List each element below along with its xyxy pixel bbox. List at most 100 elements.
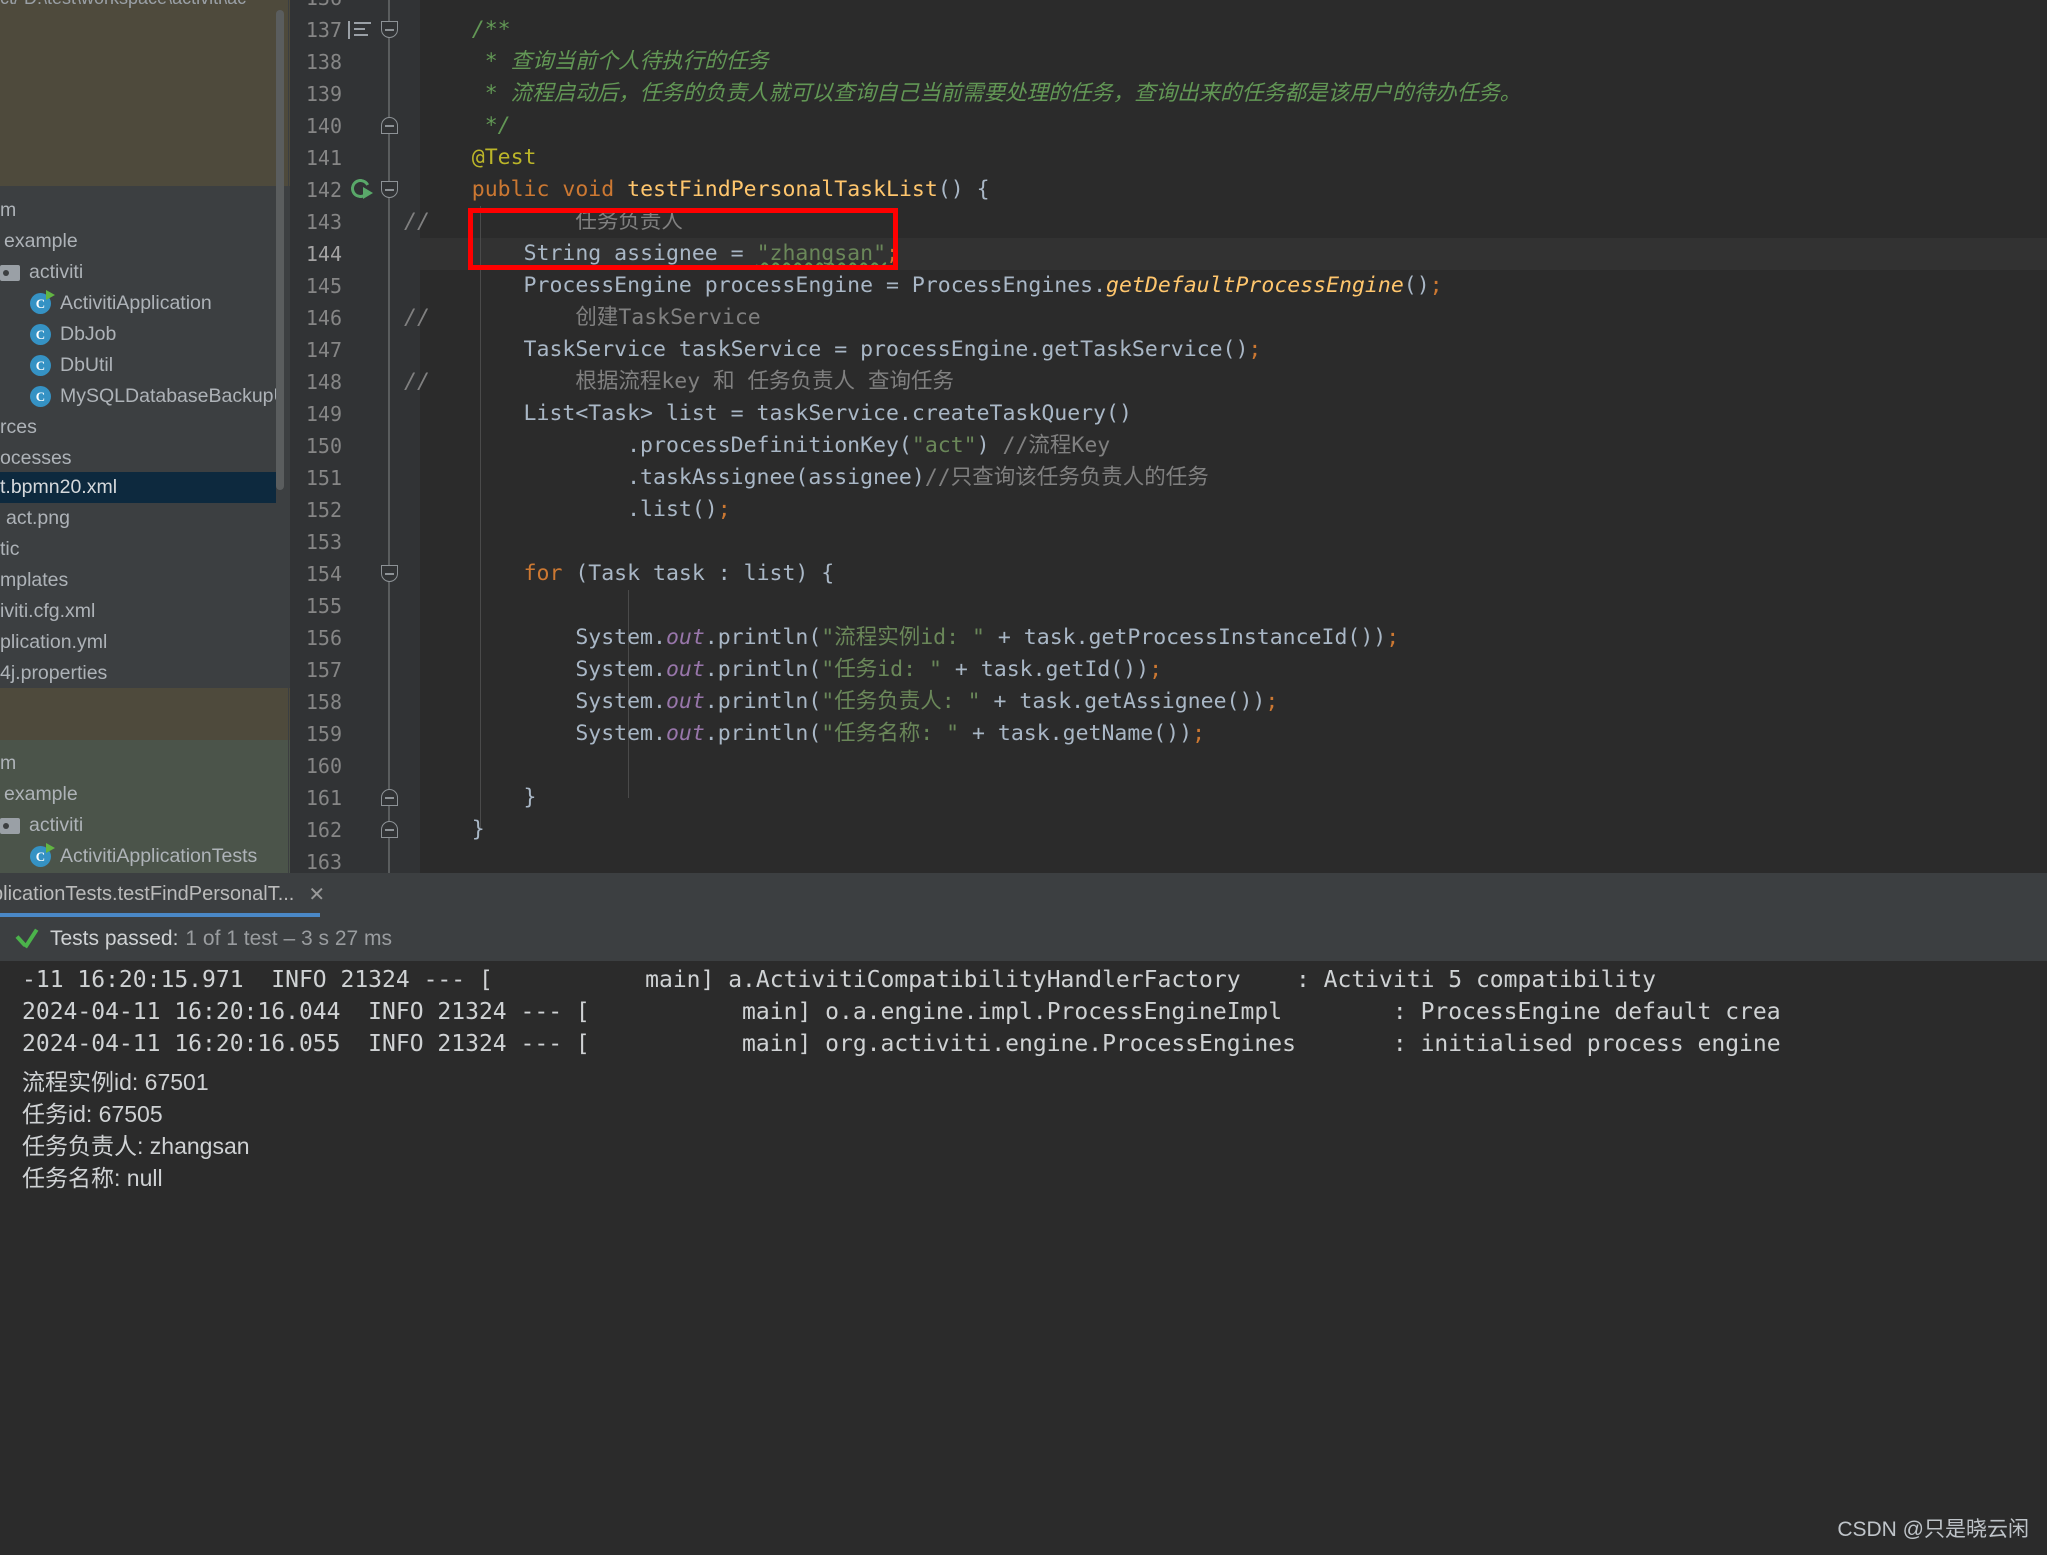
run-tab-bar[interactable]: plicationTests.testFindPersonalT... ✕	[0, 873, 2047, 917]
tree-item[interactable]: rces	[0, 412, 276, 443]
gutter-line-number[interactable]: 137	[290, 14, 342, 46]
run-tool-window[interactable]: plicationTests.testFindPersonalT... ✕ Te…	[0, 873, 2047, 1555]
code-line[interactable]: .taskAssignee(assignee)//只查询该任务负责人的任务	[420, 462, 2047, 494]
code-line[interactable]: .processDefinitionKey("act") //流程Key	[420, 430, 2047, 462]
code-line[interactable]: /**	[420, 14, 2047, 46]
code-line[interactable]	[420, 0, 2047, 14]
code-line[interactable]: System.out.println("任务负责人: " + task.getA…	[420, 686, 2047, 718]
tree-item[interactable]: activiti	[0, 257, 276, 288]
gutter-line-number[interactable]: 157	[290, 654, 342, 686]
code-line[interactable]	[420, 590, 2047, 622]
tree-item[interactable]: mplates	[0, 565, 276, 596]
tree-item[interactable]: m	[0, 195, 276, 226]
run-test-gutter-icon[interactable]	[348, 176, 373, 201]
tree-item[interactable]: 4j.properties	[0, 658, 276, 689]
gutter-line-number[interactable]: 158	[290, 686, 342, 718]
tree-item[interactable]: C MySQLDatabaseBackupUti	[0, 381, 276, 412]
fold-marker-method-end[interactable]	[381, 821, 398, 838]
fold-marker-open[interactable]	[381, 21, 398, 38]
code-token: .println(	[704, 625, 822, 650]
code-line[interactable]: System.out.println("流程实例id: " + task.get…	[420, 622, 2047, 654]
run-tab-active[interactable]: plicationTests.testFindPersonalT... ✕	[0, 873, 325, 915]
code-token: * 查询当前个人待执行的任务	[420, 49, 769, 74]
gutter-line-number[interactable]: 143	[290, 206, 342, 238]
code-token: () {	[937, 177, 990, 202]
code-line[interactable]: ProcessEngine processEngine = ProcessEng…	[420, 270, 2047, 302]
tree-item[interactable]: tic	[0, 534, 276, 565]
code-line[interactable]: 任务负责人	[420, 206, 2047, 238]
gutter-line-number[interactable]: 162	[290, 814, 342, 846]
code-text-area[interactable]: /** * 查询当前个人待执行的任务 * 流程启动后，任务的负责人就可以查询自己…	[404, 0, 2047, 873]
tree-item[interactable]: C DbJob	[0, 319, 276, 350]
tree-item[interactable]: C DbUtil	[0, 350, 276, 381]
tree-item[interactable]: iviti.cfg.xml	[0, 596, 276, 627]
code-line[interactable]: TaskService taskService = processEngine.…	[420, 334, 2047, 366]
code-line[interactable]: }	[420, 782, 2047, 814]
tree-item[interactable]: example	[0, 779, 276, 810]
tree-item[interactable]: act.png	[0, 503, 276, 534]
console-output[interactable]: -11 16:20:15.971 INFO 21324 --- [ main] …	[0, 961, 2047, 1555]
tree-item[interactable]: t.bpmn20.xml	[0, 472, 276, 503]
fold-marker-for[interactable]	[381, 565, 398, 582]
gutter-line-number[interactable]: 140	[290, 110, 342, 142]
gutter-line-number[interactable]: 154	[290, 558, 342, 590]
code-line[interactable]: */	[420, 110, 2047, 142]
gutter-line-number[interactable]: 155	[290, 590, 342, 622]
test-status-bar: Tests passed: 1 of 1 test – 3 s 27 ms	[0, 917, 2047, 961]
tree-item[interactable]: m	[0, 748, 276, 779]
tree-item[interactable]: C ActivitiApplicationTests	[0, 841, 276, 872]
tree-item[interactable]: C ActivitiApplication	[0, 288, 276, 319]
project-sidebar[interactable]: ect/ D:\test\workspace\activiti\ac m exam…	[0, 0, 290, 873]
code-line[interactable]	[420, 526, 2047, 558]
gutter-line-number[interactable]: 146	[290, 302, 342, 334]
gutter-line-number[interactable]: 139	[290, 78, 342, 110]
code-token: //只查询该任务负责人的任务	[924, 465, 1209, 490]
code-line[interactable]: .list();	[420, 494, 2047, 526]
code-line[interactable]: 根据流程key 和 任务负责人 查询任务	[420, 366, 2047, 398]
tree-item[interactable]: ocesses	[0, 443, 276, 474]
fold-marker-close[interactable]	[381, 117, 398, 134]
code-line[interactable]: }	[420, 814, 2047, 846]
gutter-line-number[interactable]: 163	[290, 846, 342, 873]
fold-marker-method[interactable]	[381, 181, 398, 198]
code-line[interactable]: String assignee = "zhangsan";	[420, 238, 2047, 270]
gutter-line-number[interactable]: 138	[290, 46, 342, 78]
code-line[interactable]: * 查询当前个人待执行的任务	[420, 46, 2047, 78]
tree-item[interactable]: example	[0, 226, 276, 257]
code-line[interactable]: @Test	[420, 142, 2047, 174]
gutter-line-number[interactable]: 161	[290, 782, 342, 814]
sidebar-scrollbar[interactable]	[276, 10, 284, 490]
code-line[interactable]: * 流程启动后，任务的负责人就可以查询自己当前需要处理的任务，查询出来的任务都是…	[420, 78, 2047, 110]
gutter-line-number[interactable]: 145	[290, 270, 342, 302]
gutter-line-number[interactable]: 147	[290, 334, 342, 366]
code-editor[interactable]: 1361371381391401411421431441451461471481…	[290, 0, 2047, 873]
fold-marker-for-end[interactable]	[381, 789, 398, 806]
code-line[interactable]: public void testFindPersonalTaskList() {	[420, 174, 2047, 206]
gutter-line-number[interactable]: 153	[290, 526, 342, 558]
tree-item[interactable]: plication.yml	[0, 627, 276, 658]
gutter-line-number[interactable]: 151	[290, 462, 342, 494]
gutter-line-number[interactable]: 142	[290, 174, 342, 206]
gutter-line-number[interactable]: 149	[290, 398, 342, 430]
editor-gutter[interactable]: 1361371381391401411421431441451461471481…	[290, 0, 420, 873]
code-line[interactable]: System.out.println("任务名称: " + task.getNa…	[420, 718, 2047, 750]
gutter-line-number[interactable]: 159	[290, 718, 342, 750]
code-line[interactable]: List<Task> list = taskService.createTask…	[420, 398, 2047, 430]
close-icon[interactable]: ✕	[308, 882, 325, 907]
gutter-line-number[interactable]: 144	[290, 238, 342, 270]
code-line[interactable]	[420, 846, 2047, 873]
gutter-line-number[interactable]: 160	[290, 750, 342, 782]
gutter-line-number[interactable]: 141	[290, 142, 342, 174]
gutter-line-number[interactable]: 136	[290, 0, 342, 14]
code-line[interactable]	[420, 750, 2047, 782]
code-line[interactable]: 创建TaskService	[420, 302, 2047, 334]
code-line[interactable]: for (Task task : list) {	[420, 558, 2047, 590]
gutter-line-number[interactable]: 148	[290, 366, 342, 398]
gutter-line-number[interactable]: 156	[290, 622, 342, 654]
code-line[interactable]: System.out.println("任务id: " + task.getId…	[420, 654, 2047, 686]
tree-item[interactable]: activiti	[0, 810, 276, 841]
gutter-line-number[interactable]: 152	[290, 494, 342, 526]
bookmark-lines-icon[interactable]	[348, 21, 372, 39]
gutter-line-number[interactable]: 150	[290, 430, 342, 462]
code-token: }	[420, 817, 485, 842]
